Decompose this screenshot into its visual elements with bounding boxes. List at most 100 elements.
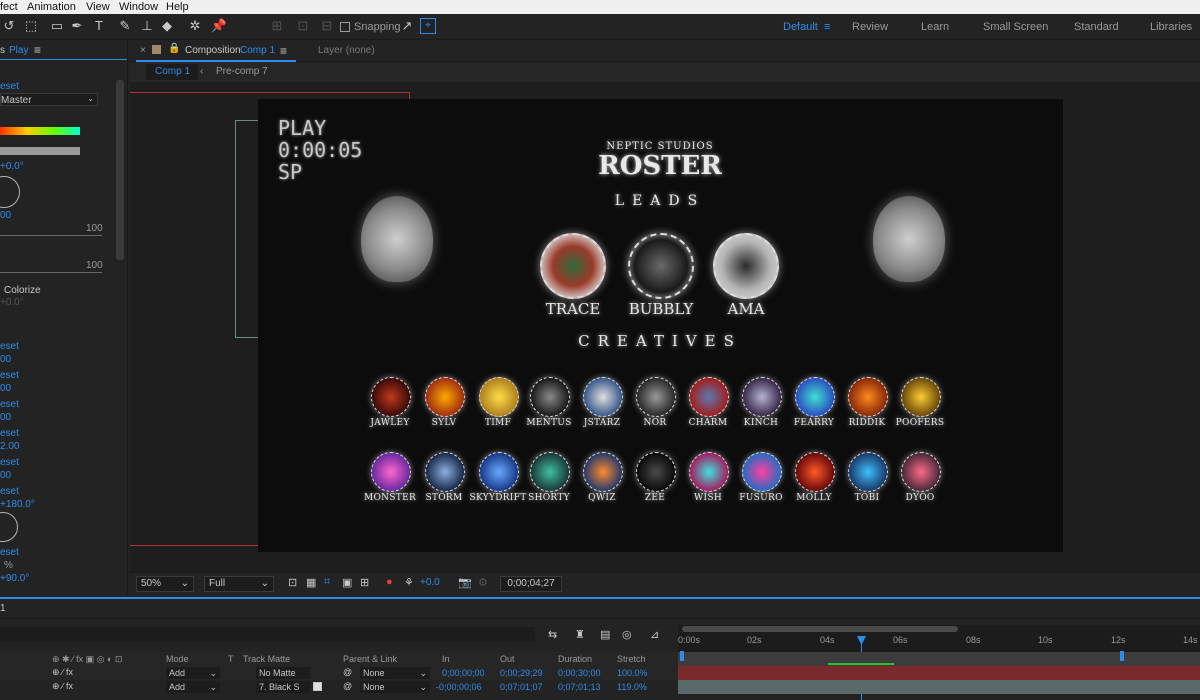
axis-world-icon[interactable]: ⊡ bbox=[294, 17, 312, 35]
reset-link-6[interactable]: eset bbox=[0, 457, 19, 469]
panel-title[interactable]: Play bbox=[9, 45, 28, 57]
snapping-checkbox[interactable] bbox=[340, 22, 350, 32]
layer-mode-select[interactable]: Add ⌄ bbox=[166, 681, 220, 693]
eraser-tool-icon[interactable]: ◆ bbox=[158, 17, 176, 35]
value-3[interactable]: 00 bbox=[0, 383, 11, 395]
axis-icon[interactable]: ⊞ bbox=[268, 17, 286, 35]
value-5[interactable]: 2.00 bbox=[0, 441, 19, 453]
exposure-reset-icon[interactable]: ⚘ bbox=[404, 576, 414, 589]
frame-blending-icon[interactable]: ▤ bbox=[600, 628, 610, 641]
workspace-libraries[interactable]: Libraries bbox=[1150, 14, 1192, 40]
work-area-start[interactable] bbox=[680, 651, 684, 661]
zoom-select[interactable]: 50% ⌄ bbox=[136, 576, 194, 592]
work-area-end[interactable] bbox=[1120, 651, 1124, 661]
exposure-value[interactable]: +0.0 bbox=[420, 577, 440, 588]
layer-bar[interactable] bbox=[678, 680, 1200, 694]
layer-mode-select[interactable]: Add ⌄ bbox=[166, 667, 220, 679]
camera-tool-icon[interactable]: ⬚ bbox=[22, 17, 40, 35]
workspace-learn[interactable]: Learn bbox=[921, 14, 949, 40]
mask-visibility-icon[interactable]: ⌗ bbox=[324, 576, 330, 589]
layer-stretch[interactable]: 100.0% bbox=[617, 668, 648, 678]
hue-dial[interactable] bbox=[0, 176, 20, 208]
layer-in-point[interactable]: -0;00;00;06 bbox=[436, 682, 482, 692]
reset-link-3[interactable]: eset bbox=[0, 370, 19, 382]
timeline-tab-number[interactable]: 1 bbox=[0, 603, 6, 614]
col-stretch[interactable]: Stretch bbox=[617, 654, 646, 664]
breadcrumb-precomp[interactable]: Pre-comp 7 bbox=[216, 64, 268, 80]
slider-track-1[interactable] bbox=[0, 235, 102, 236]
channel-select[interactable]: Master ⌄ bbox=[0, 93, 98, 106]
reset-link-8[interactable]: eset bbox=[0, 547, 19, 559]
col-t[interactable]: T bbox=[228, 654, 234, 664]
layer-out-point[interactable]: 0;07;01;07 bbox=[500, 682, 543, 692]
slider-track-2[interactable] bbox=[0, 272, 102, 273]
reset-link-5[interactable]: eset bbox=[0, 428, 19, 440]
menu-help[interactable]: Help bbox=[166, 0, 189, 14]
reset-link-2[interactable]: eset bbox=[0, 341, 19, 353]
snap-edges-icon[interactable]: ↗ bbox=[398, 17, 416, 35]
axis-view-icon[interactable]: ⊟ bbox=[318, 17, 336, 35]
parent-select[interactable]: None ⌄ bbox=[360, 681, 430, 693]
guides-icon[interactable]: ▣ bbox=[342, 576, 352, 589]
matte-invert-icon[interactable] bbox=[313, 682, 322, 691]
menu-effect[interactable]: fect bbox=[0, 0, 18, 14]
transparency-grid-icon[interactable]: ▦ bbox=[306, 576, 316, 589]
lightness-value[interactable]: 00 bbox=[0, 210, 11, 222]
brush-tool-icon[interactable]: ✎ bbox=[116, 17, 134, 35]
layer-out-point[interactable]: 0;00;29;29 bbox=[500, 668, 543, 678]
menu-view[interactable]: View bbox=[86, 0, 110, 14]
layer-bar[interactable] bbox=[678, 666, 1200, 680]
layer-stretch[interactable]: 119.0% bbox=[617, 682, 647, 692]
angle-value[interactable]: +180.0° bbox=[0, 499, 35, 511]
menu-animation[interactable]: Animation bbox=[27, 0, 76, 14]
work-area-bar[interactable] bbox=[682, 626, 958, 632]
timecode-search-field[interactable] bbox=[0, 627, 535, 642]
composition-frame[interactable]: PLAY 0:00:05 SP NEPTIC STUDIOS ROSTER LE… bbox=[258, 99, 1063, 552]
track-matte-select[interactable]: 7. Black S bbox=[256, 681, 310, 693]
panel-menu-icon[interactable]: ≡ bbox=[34, 44, 41, 56]
hue-value[interactable]: +0.0° bbox=[0, 161, 24, 173]
grid-options-icon[interactable]: ⊞ bbox=[360, 576, 369, 589]
close-tab-icon[interactable]: × bbox=[140, 45, 146, 56]
draft-3d-icon[interactable]: ♜ bbox=[575, 628, 585, 641]
workspace-review[interactable]: Review bbox=[852, 14, 888, 40]
snap-features-icon[interactable]: ⌖ bbox=[420, 18, 436, 34]
rectangle-tool-icon[interactable]: ▭ bbox=[48, 17, 66, 35]
layer-tab[interactable]: Layer (none) bbox=[318, 40, 375, 62]
angle-dial[interactable] bbox=[0, 512, 18, 542]
angle-value-2[interactable]: +90.0° bbox=[0, 573, 29, 585]
value-6[interactable]: 00 bbox=[0, 470, 11, 482]
col-in[interactable]: In bbox=[442, 654, 450, 664]
show-snapshot-icon[interactable]: ⚙ bbox=[478, 576, 488, 589]
saturation-bar[interactable] bbox=[0, 147, 80, 155]
tab-menu-icon[interactable]: ≡ bbox=[280, 40, 287, 62]
layer-switches-icon[interactable]: ⊕ ∕ fx bbox=[52, 667, 73, 678]
resolution-select[interactable]: Full ⌄ bbox=[204, 576, 274, 592]
col-duration[interactable]: Duration bbox=[558, 654, 592, 664]
col-mode[interactable]: Mode bbox=[166, 654, 189, 664]
value-2[interactable]: 00 bbox=[0, 354, 11, 366]
clone-stamp-tool-icon[interactable]: ⊥ bbox=[138, 17, 156, 35]
workspace-small-screen[interactable]: Small Screen bbox=[983, 14, 1048, 40]
reset-link-7[interactable]: eset bbox=[0, 486, 19, 498]
composition-tab-label[interactable]: Composition bbox=[185, 40, 241, 62]
layer-duration[interactable]: 0;07;01;13 bbox=[558, 682, 601, 692]
roto-brush-tool-icon[interactable]: ✲ bbox=[186, 17, 204, 35]
col-track-matte[interactable]: Track Matte bbox=[243, 654, 290, 664]
menu-window[interactable]: Window bbox=[119, 0, 158, 14]
layer-switches-icon[interactable]: ⊕ ∕ fx bbox=[52, 681, 73, 692]
snapshot-icon[interactable]: 📷 bbox=[458, 576, 472, 589]
region-of-interest-icon[interactable]: ⊡ bbox=[288, 576, 297, 589]
col-out[interactable]: Out bbox=[500, 654, 515, 664]
type-tool-icon[interactable]: T bbox=[90, 17, 108, 35]
motion-blur-icon[interactable]: ◎ bbox=[622, 628, 632, 641]
lock-icon[interactable]: 🔒 bbox=[168, 43, 180, 54]
color-channels-icon[interactable]: ● bbox=[386, 576, 393, 588]
layer-in-point[interactable]: 0;00;00;00 bbox=[442, 668, 485, 678]
value-4[interactable]: 00 bbox=[0, 412, 11, 424]
timecode-field[interactable]: 0;00;04;27 bbox=[500, 576, 562, 592]
workspace-default[interactable]: Default bbox=[783, 14, 818, 40]
pickwhip-icon[interactable]: @ bbox=[343, 681, 352, 691]
composition-tab-comp[interactable]: Comp 1 bbox=[240, 40, 275, 62]
reset-link[interactable]: eset bbox=[0, 81, 19, 93]
